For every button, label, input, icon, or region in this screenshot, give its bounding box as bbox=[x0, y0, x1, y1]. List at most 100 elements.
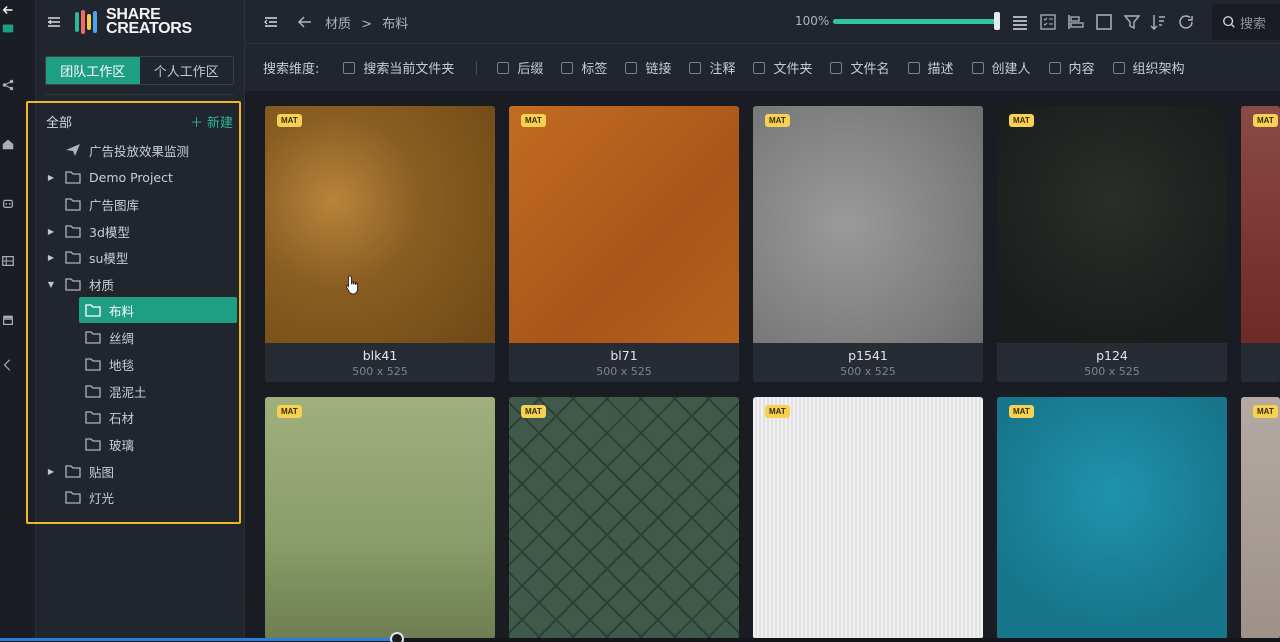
asset-thumbnail[interactable]: MAT bbox=[753, 106, 983, 343]
filter-checkbox[interactable]: 后缀 bbox=[497, 58, 543, 77]
folder-icon bbox=[65, 465, 81, 478]
filter-checkbox[interactable]: 链接 bbox=[625, 58, 671, 77]
asset-thumbnail[interactable]: MAT bbox=[997, 106, 1227, 343]
asset-card[interactable]: MAT bbox=[997, 397, 1227, 639]
sidebar-toggle-icon[interactable] bbox=[261, 12, 281, 32]
tree-item[interactable]: 广告图库 bbox=[46, 191, 236, 217]
checklist-icon[interactable] bbox=[1038, 12, 1058, 32]
asset-thumbnail[interactable]: MAT bbox=[509, 106, 739, 343]
zoom-slider[interactable] bbox=[833, 19, 997, 24]
folder-icon bbox=[65, 225, 81, 238]
checkbox[interactable] bbox=[625, 61, 638, 74]
tree-header[interactable]: 全部 bbox=[46, 112, 72, 131]
video-progress-handle[interactable] bbox=[390, 632, 404, 642]
tree-item-label: 丝绸 bbox=[109, 330, 135, 346]
checkbox[interactable] bbox=[497, 61, 510, 74]
checkbox[interactable] bbox=[971, 61, 984, 74]
checkbox[interactable] bbox=[689, 61, 702, 74]
menu-icon[interactable] bbox=[44, 12, 64, 32]
zoom-label: 100% bbox=[795, 14, 830, 28]
tree-item[interactable]: 玻璃 bbox=[85, 431, 235, 457]
checkbox[interactable] bbox=[561, 61, 574, 74]
tab-personal-workspace[interactable]: 个人工作区 bbox=[140, 57, 234, 84]
caret-right-icon[interactable]: ▶ bbox=[46, 227, 56, 236]
asset-thumbnail[interactable]: MAT bbox=[509, 397, 739, 639]
mat-badge: MAT bbox=[1253, 405, 1278, 418]
filter-icon[interactable] bbox=[1122, 12, 1142, 32]
new-folder-button[interactable]: ＋ 新建 bbox=[190, 112, 233, 131]
asset-thumbnail[interactable]: MAT bbox=[997, 397, 1227, 639]
asset-thumbnail[interactable]: MAT bbox=[1241, 397, 1280, 639]
caret-right-icon[interactable]: ▶ bbox=[46, 253, 56, 262]
checkbox[interactable] bbox=[1048, 61, 1061, 74]
search-placeholder: 搜索 bbox=[1240, 16, 1267, 32]
filter-checkbox[interactable]: 注释 bbox=[689, 58, 735, 77]
tree-item[interactable]: 地毯 bbox=[85, 351, 235, 377]
asset-card[interactable]: MAT bbox=[265, 397, 495, 639]
share-icon[interactable] bbox=[0, 77, 16, 93]
asset-thumbnail[interactable]: MAT bbox=[753, 397, 983, 639]
tree-item[interactable]: 灯光 bbox=[46, 484, 236, 510]
tree-item[interactable]: ▶ su模型 bbox=[46, 244, 236, 270]
folder-icon bbox=[65, 251, 81, 264]
robot-icon[interactable] bbox=[0, 195, 16, 211]
tab-team-workspace[interactable]: 团队工作区 bbox=[46, 57, 140, 84]
tree-item-label: 灯光 bbox=[89, 490, 115, 506]
breadcrumb-parent[interactable]: 材质 bbox=[325, 17, 351, 32]
folder-icon bbox=[85, 411, 101, 424]
checkbox[interactable] bbox=[907, 61, 920, 74]
home-icon[interactable] bbox=[0, 136, 16, 152]
caret-down-icon[interactable]: ▼ bbox=[46, 280, 56, 289]
back-arrow-icon[interactable] bbox=[295, 12, 315, 32]
asset-card[interactable]: MAT p1541 500 x 525 bbox=[753, 106, 983, 382]
asset-thumbnail[interactable]: MAT bbox=[1241, 106, 1280, 343]
tree-item[interactable]: ▶ 3d模型 bbox=[46, 218, 236, 244]
checkbox[interactable] bbox=[830, 61, 843, 74]
asset-card[interactable]: MAT bl71 500 x 525 bbox=[509, 106, 739, 382]
checkbox[interactable] bbox=[343, 61, 356, 74]
asset-card[interactable]: MAT bbox=[1241, 106, 1280, 382]
checkbox[interactable] bbox=[753, 61, 766, 74]
asset-card[interactable]: MAT p124 500 x 525 bbox=[997, 106, 1227, 382]
caret-right-icon[interactable]: ▶ bbox=[46, 173, 56, 182]
tree-item[interactable]: 石材 bbox=[85, 404, 235, 430]
tree-item-selected[interactable]: 布料 bbox=[79, 297, 237, 323]
asset-card[interactable]: MAT bbox=[1241, 397, 1280, 639]
asset-card[interactable]: MAT blk41 500 x 525 bbox=[265, 106, 495, 382]
filter-checkbox[interactable]: 描述 bbox=[907, 58, 954, 77]
tree-item[interactable]: 丝绸 bbox=[85, 324, 235, 350]
tree-item[interactable]: ▶ Demo Project bbox=[46, 164, 236, 190]
sidebar-header: SHARE CREATORS bbox=[36, 0, 245, 44]
caret-right-icon[interactable]: ▶ bbox=[46, 467, 56, 476]
tree-item[interactable]: ▼ 材质 bbox=[46, 271, 236, 297]
collapse-icon[interactable] bbox=[0, 357, 16, 373]
tree-item[interactable]: 广告投放效果监测 bbox=[46, 137, 236, 163]
search-box[interactable]: 搜索 bbox=[1212, 4, 1280, 40]
tree-item[interactable]: 混泥土 bbox=[85, 378, 235, 404]
filter-checkbox[interactable]: 内容 bbox=[1048, 58, 1095, 77]
filter-checkbox[interactable]: 创建人 bbox=[971, 58, 1031, 77]
tree-item[interactable]: ▶ 贴图 bbox=[46, 458, 236, 484]
checkbox[interactable] bbox=[1112, 61, 1125, 74]
filter-checkbox[interactable]: 组织架构 bbox=[1112, 58, 1185, 77]
asset-card[interactable]: MAT bbox=[509, 397, 739, 639]
list-view-icon[interactable] bbox=[1010, 12, 1030, 32]
square-icon[interactable] bbox=[1094, 12, 1114, 32]
filter-checkbox[interactable]: 文件名 bbox=[830, 58, 890, 77]
asset-card[interactable]: MAT bbox=[753, 397, 983, 639]
filter-checkbox[interactable]: 文件夹 bbox=[753, 58, 812, 77]
tree-item-label: 玻璃 bbox=[109, 437, 135, 453]
align-icon[interactable] bbox=[1066, 12, 1086, 32]
video-icon[interactable] bbox=[0, 20, 16, 36]
folder-tree: 全部 ＋ 新建 广告投放效果监测 ▶ Demo Project 广告图库 ▶ 3… bbox=[26, 101, 241, 524]
filter-checkbox[interactable]: 标签 bbox=[561, 58, 607, 77]
sort-icon[interactable] bbox=[1148, 12, 1168, 32]
asset-thumbnail[interactable]: MAT bbox=[265, 397, 495, 639]
zoom-slider-handle[interactable] bbox=[994, 12, 1000, 30]
layout-icon[interactable] bbox=[0, 253, 16, 269]
store-icon[interactable] bbox=[0, 312, 16, 328]
back-arrow-icon[interactable] bbox=[0, 2, 16, 18]
asset-thumbnail[interactable]: MAT bbox=[265, 106, 495, 343]
refresh-icon[interactable] bbox=[1176, 12, 1196, 32]
filter-checkbox-current-folder[interactable]: 搜索当前文件夹 bbox=[343, 58, 454, 77]
